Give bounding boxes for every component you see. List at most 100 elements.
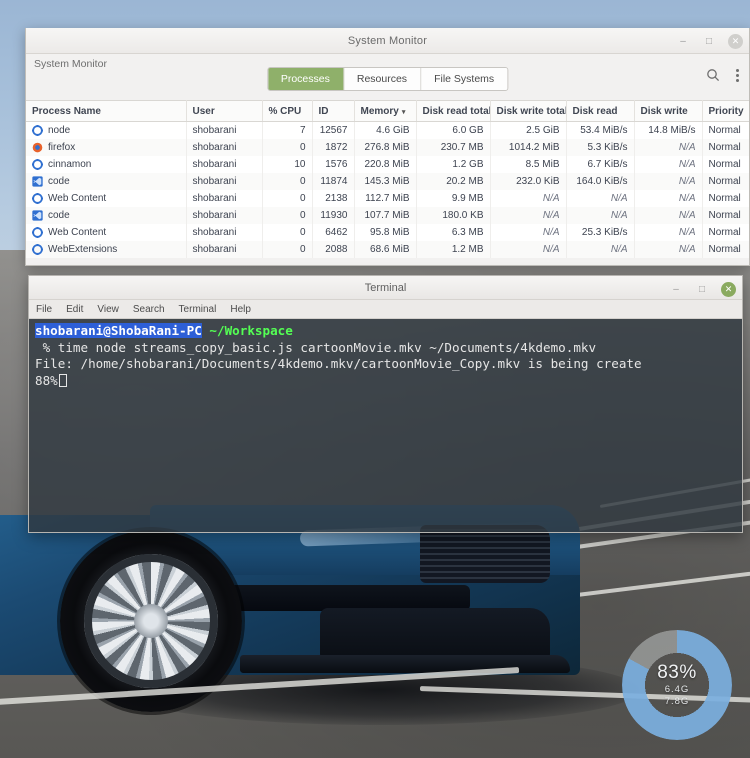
- table-header-row: Process Name User % CPU ID Memory ▾ Disk …: [26, 100, 749, 122]
- column-header-process-name[interactable]: Process Name: [26, 100, 187, 122]
- process-name-label: Web Content: [48, 226, 107, 238]
- tab-processes[interactable]: Processes: [267, 68, 344, 90]
- close-button[interactable]: ✕: [728, 33, 743, 49]
- table-row[interactable]: Web Content shobarani 0 2138 112.7 MiB 9.9 MB…: [26, 189, 749, 207]
- terminal-output-line: File: /home/shobarani/Documents/4kdemo.m…: [35, 356, 642, 371]
- cell-disk-write: N/A: [634, 138, 703, 156]
- column-header-user[interactable]: User: [186, 100, 263, 122]
- column-header-cpu[interactable]: % CPU: [262, 100, 313, 122]
- table-row[interactable]: code shobarani 0 11930 107.7 MiB 180.0 KB N/A N…: [26, 206, 749, 224]
- tab-file-systems[interactable]: File Systems: [421, 68, 508, 90]
- car-front-splitter: [240, 655, 570, 673]
- cell-disk-write-total: N/A: [490, 240, 567, 258]
- process-table[interactable]: Process Name User % CPU ID Memory ▾ Disk …: [26, 100, 749, 258]
- cell-disk-read-total: 180.0 KB: [416, 206, 491, 224]
- gear-icon: [32, 158, 43, 170]
- cell-disk-read-total: 6.0 GB: [416, 121, 491, 139]
- car-air-intake: [320, 608, 550, 660]
- column-header-disk-read-total[interactable]: Disk read total: [416, 100, 491, 122]
- gear-icon: [32, 192, 43, 204]
- terminal-cursor: [58, 373, 67, 387]
- cell-disk-write-total: 232.0 KiB: [490, 172, 567, 190]
- menu-help[interactable]: Help: [230, 304, 251, 315]
- view-tabs[interactable]: Processes Resources File Systems: [266, 67, 509, 91]
- terminal-window-controls[interactable]: – □ ✕: [669, 276, 736, 302]
- table-row[interactable]: node shobarani 7 12567 4.6 GiB 6.0 GB 2.5 GiB 5…: [26, 121, 749, 139]
- menu-search[interactable]: Search: [133, 304, 165, 315]
- cell-cpu: 0: [262, 206, 313, 224]
- terminal-minimize-button[interactable]: –: [669, 282, 683, 296]
- cell-cpu: 0: [262, 240, 313, 258]
- minimize-button[interactable]: –: [676, 34, 690, 48]
- cell-cpu: 0: [262, 172, 313, 190]
- table-row[interactable]: cinnamon shobarani 10 1576 220.8 MiB 1.2 GB 8.…: [26, 155, 749, 173]
- table-row[interactable]: Web Content shobarani 0 6462 95.8 MiB 6.3 MB N…: [26, 223, 749, 241]
- sort-descending-icon: ▾: [401, 108, 406, 116]
- column-header-disk-write-total[interactable]: Disk write total: [490, 100, 567, 122]
- column-header-disk-write[interactable]: Disk write: [634, 100, 703, 122]
- kebab-menu-icon[interactable]: [736, 68, 739, 82]
- terminal-window-title: Terminal: [364, 281, 407, 294]
- cell-user: shobarani: [186, 240, 263, 258]
- column-header-id[interactable]: ID: [312, 100, 355, 122]
- process-table-body[interactable]: node shobarani 7 12567 4.6 GiB 6.0 GB 2.5 GiB 5…: [26, 121, 749, 258]
- progress-total-value: 7.8G: [664, 696, 690, 707]
- process-name-label: code: [48, 175, 70, 187]
- terminal-close-button[interactable]: ✕: [721, 281, 736, 297]
- maximize-button[interactable]: □: [702, 34, 716, 48]
- system-monitor-titlebar[interactable]: System Monitor – □ ✕: [26, 28, 749, 54]
- column-header-priority[interactable]: Priority: [702, 100, 749, 122]
- cell-disk-write: N/A: [634, 206, 703, 224]
- terminal-titlebar[interactable]: Terminal – □ ✕: [29, 276, 742, 300]
- cell-user: shobarani: [186, 189, 263, 207]
- table-row[interactable]: WebExtensions shobarani 0 2088 68.6 MiB 1.2 M…: [26, 240, 749, 258]
- column-header-disk-read[interactable]: Disk read: [566, 100, 635, 122]
- cell-disk-write: N/A: [634, 240, 703, 258]
- cell-memory: 276.8 MiB: [354, 138, 417, 156]
- cell-disk-write: 14.8 MiB/s: [634, 121, 703, 139]
- cell-priority: Normal: [702, 223, 749, 241]
- cell-disk-write: N/A: [634, 223, 703, 241]
- cell-memory: 95.8 MiB: [354, 223, 417, 241]
- table-row[interactable]: code shobarani 0 11874 145.3 MiB 20.2 MB 232.0…: [26, 172, 749, 190]
- cell-disk-read-total: 20.2 MB: [416, 172, 491, 190]
- cell-memory: 220.8 MiB: [354, 155, 417, 173]
- cell-disk-read: N/A: [566, 206, 635, 224]
- menu-view[interactable]: View: [97, 304, 119, 315]
- cell-id: 2138: [312, 189, 355, 207]
- cell-process-name: cinnamon: [26, 155, 187, 173]
- header-actions[interactable]: [706, 68, 739, 82]
- window-controls[interactable]: – □ ✕: [676, 28, 743, 54]
- cell-memory: 112.7 MiB: [354, 189, 417, 207]
- cell-cpu: 0: [262, 189, 313, 207]
- copy-progress-donut: 83% 6.4G 7.8G: [622, 630, 732, 740]
- cell-disk-read: N/A: [566, 189, 635, 207]
- terminal-progress-percent: 88%: [35, 372, 58, 388]
- terminal-window[interactable]: Terminal – □ ✕ File Edit View Search Ter…: [28, 275, 743, 533]
- search-icon[interactable]: [706, 68, 720, 82]
- progress-current-value: 6.4G: [664, 684, 690, 695]
- cell-disk-read: 6.7 KiB/s: [566, 155, 635, 173]
- cell-process-name: Web Content: [26, 223, 187, 241]
- terminal-prompt-path: ~/Workspace: [209, 323, 293, 338]
- window-title: System Monitor: [347, 34, 428, 47]
- terminal-menubar[interactable]: File Edit View Search Terminal Help: [29, 300, 742, 319]
- menu-terminal[interactable]: Terminal: [179, 304, 217, 315]
- cell-disk-read: 25.3 KiB/s: [566, 223, 635, 241]
- tab-resources[interactable]: Resources: [343, 68, 422, 90]
- cell-id: 1576: [312, 155, 355, 173]
- system-monitor-window[interactable]: System Monitor – □ ✕ System Monitor Proc…: [25, 28, 750, 266]
- cell-memory: 107.7 MiB: [354, 206, 417, 224]
- column-header-memory[interactable]: Memory ▾: [354, 100, 417, 122]
- cell-id: 11930: [312, 206, 355, 224]
- menu-edit[interactable]: Edit: [66, 304, 83, 315]
- cell-cpu: 0: [262, 223, 313, 241]
- cell-user: shobarani: [186, 121, 263, 139]
- process-name-label: cinnamon: [48, 158, 92, 170]
- menu-file[interactable]: File: [36, 304, 52, 315]
- terminal-maximize-button[interactable]: □: [695, 282, 709, 296]
- cell-priority: Normal: [702, 172, 749, 190]
- terminal-output-area[interactable]: shobarani@ShobaRani-PC ~/Workspace % tim…: [29, 319, 742, 532]
- cell-cpu: 7: [262, 121, 313, 139]
- table-row[interactable]: firefox shobarani 0 1872 276.8 MiB 230.7 MB 10…: [26, 138, 749, 156]
